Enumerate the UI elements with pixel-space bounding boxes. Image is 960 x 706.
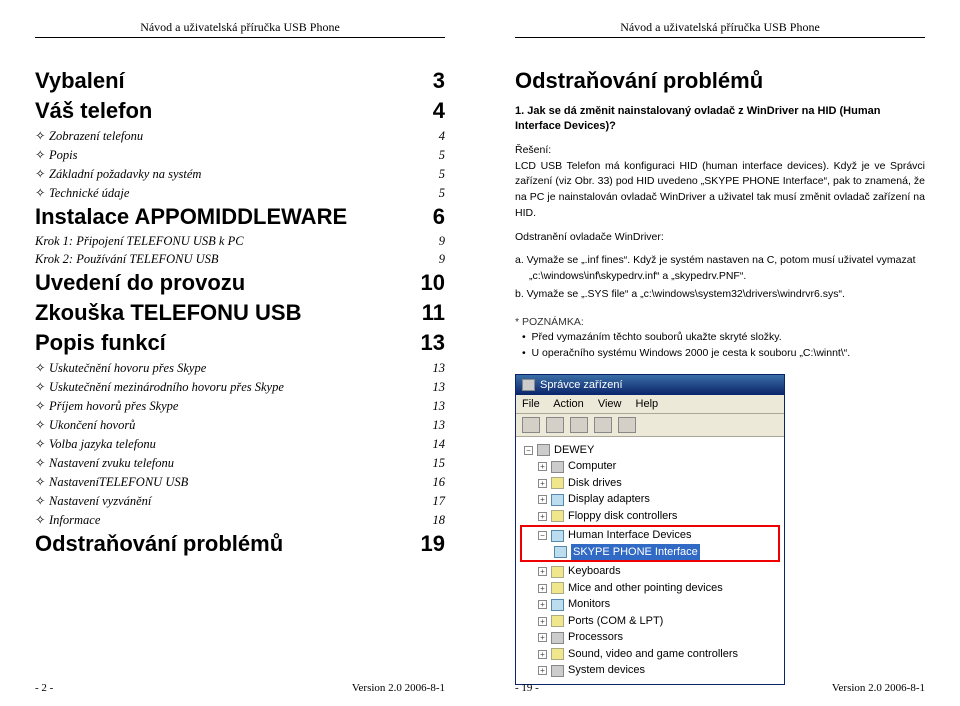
toc-page: 6 (433, 204, 445, 230)
toc-page: 13 (421, 330, 445, 356)
tree-item[interactable]: +Processors (524, 629, 776, 646)
solution-label: Řešení: (515, 144, 551, 156)
tree-item[interactable]: +Disk drives (524, 475, 776, 492)
toc-subitem: ✧Nastavení vyzvánění (35, 493, 151, 509)
toc-page: 3 (433, 68, 445, 94)
toc-page: 19 (421, 531, 445, 557)
toc-subitem: ✧Ukončení hovorů (35, 417, 135, 433)
step-b: b. Vymaže se „.SYS file“ a „c:\windows\s… (515, 287, 925, 303)
menu-file[interactable]: File (522, 398, 540, 410)
window-title-text: Správce zařízení (540, 379, 623, 391)
toc-heading: Uvedení do provozu (35, 270, 245, 296)
tree-item[interactable]: +Display adapters (524, 491, 776, 508)
footer-version-right: Version 2.0 2006-8-1 (832, 682, 925, 694)
window-icon (522, 379, 535, 391)
toc-heading: Vybalení (35, 68, 125, 94)
toc-page: 13 (433, 361, 446, 376)
footer-version-left: Version 2.0 2006-8-1 (352, 682, 445, 694)
footer-right: - 19 - Version 2.0 2006-8-1 (515, 682, 925, 694)
toc-subitem: ✧Příjem hovorů přes Skype (35, 398, 178, 414)
tree-item[interactable]: +Floppy disk controllers (524, 508, 776, 525)
toc-page: 13 (433, 399, 446, 414)
toc-heading: Instalace APPOMIDDLEWARE (35, 204, 347, 230)
note-2: • U operačního systému Windows 2000 je c… (515, 346, 925, 362)
toc-subitem: ✧Volba jazyka telefonu (35, 436, 156, 452)
right-page: Návod a uživatelská příručka USB Phone O… (480, 0, 960, 706)
tree-item-skype[interactable]: SKYPE PHONE Interface (524, 544, 776, 561)
question-1: 1. Jak se dá změnit nainstalovaný ovlada… (515, 104, 925, 135)
tree-item[interactable]: +Keyboards (524, 563, 776, 580)
table-of-contents: Vybalení 3 Váš telefon 4 ✧Zobrazení telefonu… (35, 68, 445, 557)
toc-subitem: ✧Základní požadavky na systém (35, 166, 201, 182)
tree-root[interactable]: −DEWEY (524, 442, 776, 459)
section-title: Odstraňování problémů (515, 68, 925, 94)
toc-page: 11 (422, 300, 445, 326)
footer-left: - 2 - Version 2.0 2006-8-1 (35, 682, 445, 694)
toc-page: 17 (433, 494, 446, 509)
toc-subitem: ✧Informace (35, 512, 100, 528)
toc-heading: Váš telefon (35, 98, 152, 124)
toc-subitem: ✧Zobrazení telefonu (35, 128, 143, 144)
toc-heading: Zkouška TELEFONU USB (35, 300, 301, 326)
footer-page-left: - 2 - (35, 682, 53, 694)
note-1: • Před vymazáním těchto souborů ukažte s… (515, 330, 925, 346)
menu-action[interactable]: Action (553, 398, 584, 410)
toolbar-btn-4[interactable] (594, 417, 612, 433)
step-a: a. Vymaže se „.inf fines“. Když je systé… (515, 253, 925, 285)
toc-page: 9 (439, 252, 445, 267)
toc-subitem: ✧Nastavení zvuku telefonu (35, 455, 174, 471)
header-left: Návod a uživatelská příručka USB Phone (35, 20, 445, 38)
toc-subitem: ✧Popis (35, 147, 77, 163)
toc-page: 9 (439, 234, 445, 249)
menu-help[interactable]: Help (636, 398, 659, 410)
header-right: Návod a uživatelská příručka USB Phone (515, 20, 925, 38)
toc-page: 18 (433, 513, 446, 528)
toolbar-btn-2[interactable] (546, 417, 564, 433)
device-tree: −DEWEY +Computer +Disk drives +Display a… (516, 437, 784, 684)
window-titlebar: Správce zařízení (516, 375, 784, 395)
toc-page: 13 (433, 418, 446, 433)
window-menubar: File Action View Help (516, 395, 784, 414)
toolbar-btn-3[interactable] (570, 417, 588, 433)
tree-item[interactable]: +Mice and other pointing devices (524, 580, 776, 597)
toc-page: 15 (433, 456, 446, 471)
highlighted-region: −Human Interface Devices SKYPE PHONE Int… (520, 525, 780, 562)
toc-page: 14 (433, 437, 446, 452)
toc-page: 4 (439, 129, 445, 144)
toc-heading: Popis funkcí (35, 330, 166, 356)
toc-subitem: Krok 1: Připojení TELEFONU USB k PC (35, 234, 244, 249)
tree-item[interactable]: +Monitors (524, 596, 776, 613)
toc-heading: Odstraňování problémů (35, 531, 283, 557)
toc-page: 13 (433, 380, 446, 395)
tree-item-hid[interactable]: −Human Interface Devices (524, 527, 776, 544)
solution-text: LCD USB Telefon má konfiguraci HID (huma… (515, 160, 925, 219)
toc-page: 10 (421, 270, 445, 296)
device-manager-window: Správce zařízení File Action View Help −… (515, 374, 785, 685)
tree-item[interactable]: +Computer (524, 458, 776, 475)
toolbar-btn-1[interactable] (522, 417, 540, 433)
remove-title: Odstranění ovladače WinDriver: (515, 230, 925, 246)
toc-subitem: ✧Technické údaje (35, 185, 129, 201)
toolbar-btn-5[interactable] (618, 417, 636, 433)
toc-subitem: ✧Uskutečnění hovoru přes Skype (35, 360, 206, 376)
tree-item[interactable]: +Ports (COM & LPT) (524, 613, 776, 630)
toc-subitem: ✧NastaveníTELEFONU USB (35, 474, 188, 490)
menu-view[interactable]: View (598, 398, 622, 410)
footer-page-right: - 19 - (515, 682, 539, 694)
toc-page: 5 (439, 186, 445, 201)
toc-subitem: ✧Uskutečnění mezinárodního hovoru přes S… (35, 379, 284, 395)
left-page: Návod a uživatelská příručka USB Phone V… (0, 0, 480, 706)
solution-paragraph: Řešení: LCD USB Telefon má konfiguraci H… (515, 143, 925, 222)
toc-page: 4 (433, 98, 445, 124)
tree-item[interactable]: +Sound, video and game controllers (524, 646, 776, 663)
tree-item[interactable]: +System devices (524, 662, 776, 679)
toc-page: 16 (433, 475, 446, 490)
toc-subitem: Krok 2: Používání TELEFONU USB (35, 252, 219, 267)
toc-page: 5 (439, 167, 445, 182)
window-toolbar (516, 414, 784, 437)
note-title: * POZNÁMKA: (515, 315, 925, 331)
toc-page: 5 (439, 148, 445, 163)
